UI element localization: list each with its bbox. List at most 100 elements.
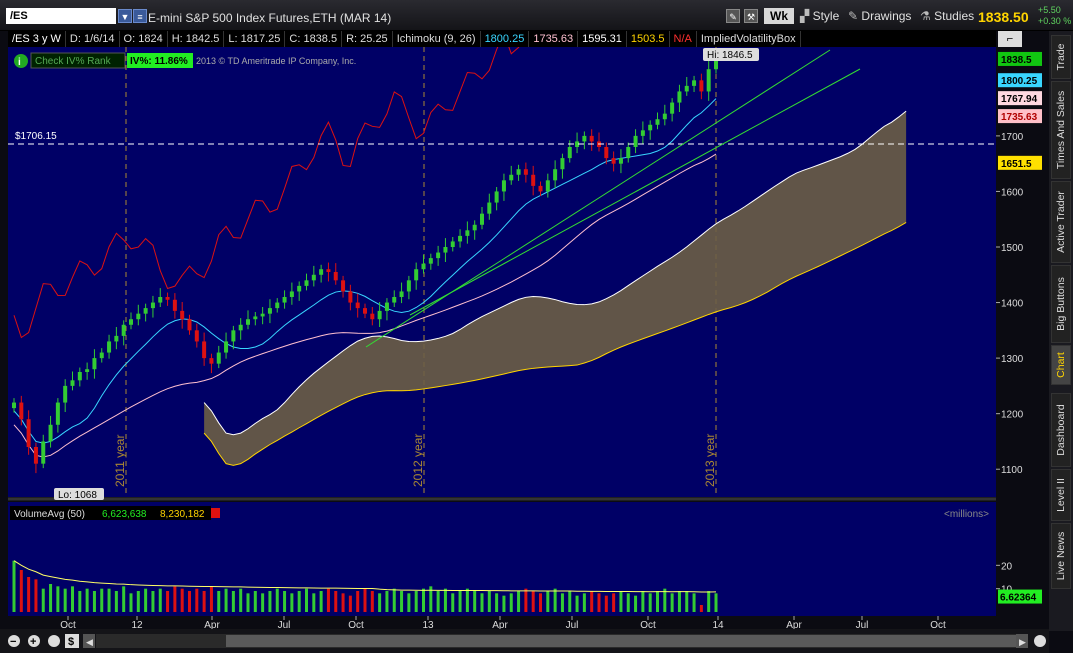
price-tick-label: 1300 [1001, 354, 1024, 365]
volume-bar [685, 591, 689, 612]
candle-body [267, 308, 272, 314]
volume-bar [129, 593, 133, 612]
candle-body [341, 280, 346, 292]
price-badge-label: 1800.25 [1001, 76, 1038, 87]
zoom-in-glyph: + [30, 636, 36, 648]
volume-bar [392, 588, 396, 612]
volume-bar [414, 591, 418, 612]
hi-label: Hi: 1846.5 [707, 50, 753, 61]
candle-body [194, 330, 199, 342]
info-icon[interactable] [14, 54, 28, 68]
dollar-glyph: $ [68, 636, 74, 648]
candle-body [85, 369, 90, 372]
last-price: 1838.50 [978, 9, 1029, 25]
volume-color-swatch [211, 508, 220, 518]
symbol-dropdown-icon[interactable]: ▼ [118, 9, 132, 23]
menu-icon[interactable]: ≡ [133, 9, 147, 23]
candle-body [70, 380, 75, 386]
candle-body [443, 247, 448, 253]
candle-body [458, 235, 463, 242]
volume-label[interactable]: VolumeAvg (50) [14, 509, 85, 520]
volume-bar [714, 593, 718, 612]
candle-body [143, 308, 148, 314]
volume-bar [275, 588, 279, 612]
studies-label: Studies [934, 9, 975, 23]
magnifier-icon[interactable] [48, 635, 60, 647]
volume-bar [582, 593, 586, 612]
volume-bar [202, 591, 206, 612]
candle-body [224, 341, 229, 353]
tab-active-trader[interactable]: Active Trader [1051, 181, 1071, 263]
volume-bar [158, 588, 162, 612]
volume-bar [195, 588, 199, 612]
info-ichimoku[interactable]: Ichimoku (9, 26) [393, 31, 481, 47]
volume-bar [231, 591, 235, 612]
candle-body [77, 372, 82, 381]
price-tick-label: 1400 [1001, 299, 1024, 310]
volume-bar [378, 593, 382, 612]
volume-bar [509, 593, 513, 612]
volume-bar [319, 591, 323, 612]
volume-bar [290, 593, 294, 612]
volume-bar [363, 588, 367, 612]
candle-body [604, 147, 609, 159]
candle-body [158, 297, 163, 303]
candle-body [253, 316, 258, 320]
drawings-button[interactable]: ✎ Drawings [848, 8, 911, 24]
tab-label: Trade [1055, 43, 1067, 71]
candle-body [436, 252, 441, 259]
studies-button[interactable]: ⚗ Studies [920, 8, 974, 24]
scroll-right-icon: ▶ [1019, 637, 1026, 647]
scrollbar-thumb[interactable] [226, 635, 1016, 647]
info-spanB: 1503.5 [627, 31, 670, 47]
volume-bar [634, 595, 638, 612]
volume-bar [180, 588, 184, 612]
tab-trade[interactable]: Trade [1051, 35, 1071, 79]
price-tick-label: 1200 [1001, 410, 1024, 421]
settings-icon[interactable]: ⌐ [998, 31, 1022, 47]
volume-bar [619, 591, 623, 612]
candle-body [333, 272, 338, 281]
drawing-tool-icon[interactable]: ✎ [726, 9, 740, 23]
volume-bar [575, 595, 579, 612]
symbol-input[interactable]: /ES [6, 8, 116, 24]
volume-bar [283, 591, 287, 612]
candle-body [487, 202, 492, 214]
volume-bar [597, 593, 601, 612]
tab-label: Live News [1055, 531, 1067, 581]
candle-body [92, 358, 97, 370]
volume-bar [122, 586, 126, 612]
check-iv-text: Check IV% Rank [35, 56, 112, 67]
tab-level-ii[interactable]: Level II [1051, 469, 1071, 521]
tab-dashboard[interactable]: Dashboard [1051, 393, 1071, 467]
volume-bar [699, 605, 703, 612]
candle-body [348, 291, 353, 303]
volume-bar [49, 584, 53, 612]
candle-body [107, 341, 112, 353]
price-pane[interactable] [8, 47, 996, 497]
wrench-icon[interactable]: ⚒ [744, 9, 758, 23]
tab-times-and-sales[interactable]: Times And Sales [1051, 81, 1071, 179]
fit-icon[interactable] [1034, 635, 1046, 647]
candle-body [55, 402, 60, 425]
volume-bar [465, 588, 469, 612]
tab-chart[interactable]: Chart [1051, 345, 1071, 385]
side-tab-strip: Trade Times And Sales Active Trader Big … [1049, 31, 1073, 631]
scroll-left-icon: ◀ [86, 637, 93, 647]
tab-label: Dashboard [1055, 404, 1067, 456]
tab-live-news[interactable]: Live News [1051, 523, 1071, 589]
chart-area[interactable]: 2011 year 2012 year 2013 year $1706.15 Hi:… [0, 47, 1049, 653]
info-symbol[interactable]: /ES 3 y W [8, 31, 66, 47]
price-badge-label: 1651.5 [1001, 159, 1032, 170]
volume-bar [385, 591, 389, 612]
tab-big-buttons[interactable]: Big Buttons [1051, 265, 1071, 343]
info-ivbox[interactable]: ImpliedVolatilityBox [697, 31, 801, 47]
volume-bar [707, 591, 711, 612]
candle-body [684, 85, 689, 92]
volume-bar [458, 591, 462, 612]
style-button[interactable]: ▞ Style [800, 8, 839, 24]
volume-bar [407, 593, 411, 612]
period-button[interactable]: Wk [764, 8, 794, 24]
candle-body [501, 180, 506, 192]
candle-body [450, 241, 455, 247]
